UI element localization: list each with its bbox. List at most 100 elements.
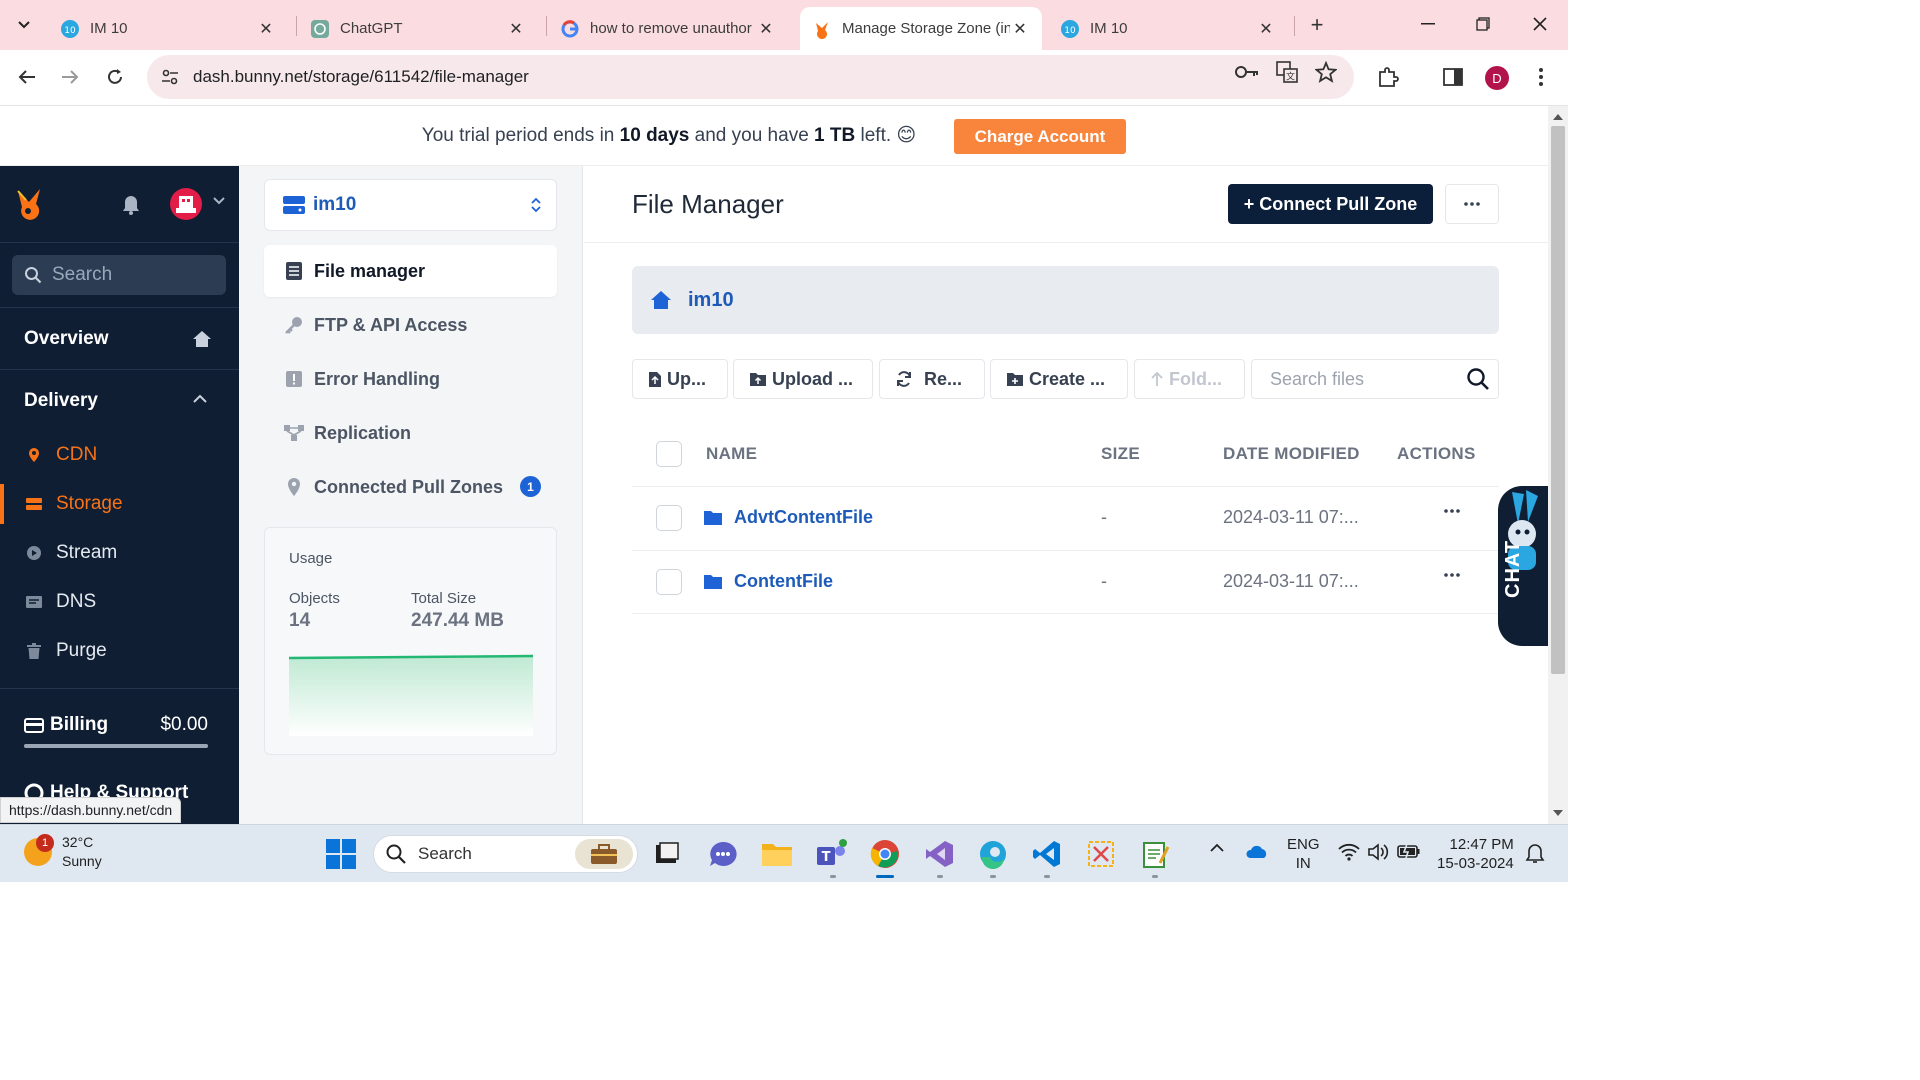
- charge-account-button[interactable]: Charge Account: [954, 119, 1126, 154]
- close-window-button[interactable]: [1520, 8, 1560, 40]
- divider: [0, 369, 239, 370]
- column-date-modified[interactable]: DATE MODIFIED: [1223, 444, 1360, 464]
- folder-link[interactable]: AdvtContentFile: [704, 507, 873, 528]
- extensions-icon[interactable]: [1373, 62, 1403, 92]
- tab-title: IM 10: [90, 20, 128, 37]
- reload-button[interactable]: [98, 60, 132, 94]
- sidebar-search-input[interactable]: Search: [12, 255, 226, 295]
- back-button[interactable]: [10, 60, 44, 94]
- browser-menu-icon[interactable]: [1526, 62, 1556, 92]
- teams-icon[interactable]: T: [814, 837, 848, 871]
- sidebar-item-dns[interactable]: DNS: [0, 582, 239, 622]
- sidebar-item-stream[interactable]: Stream: [0, 533, 239, 573]
- close-icon[interactable]: ✕: [1256, 19, 1276, 39]
- upload-folder-button[interactable]: Upload ...: [733, 359, 873, 399]
- refresh-button[interactable]: Re...: [879, 359, 985, 399]
- nav-file-manager[interactable]: File manager: [264, 245, 557, 297]
- browser-tab[interactable]: 10 IM 10 ✕: [48, 7, 288, 50]
- chat-widget[interactable]: CHAT: [1498, 486, 1548, 646]
- column-size[interactable]: SIZE: [1101, 444, 1140, 464]
- scroll-down-arrow[interactable]: [1553, 810, 1563, 816]
- nav-ftp-api[interactable]: FTP & API Access: [264, 299, 557, 351]
- snipping-tool-icon[interactable]: [1084, 837, 1118, 871]
- password-key-icon[interactable]: [1232, 57, 1262, 87]
- vscode-icon[interactable]: [1030, 837, 1064, 871]
- row-actions-button[interactable]: [1444, 573, 1460, 577]
- wifi-icon[interactable]: [1338, 843, 1360, 861]
- bookmark-star-icon[interactable]: [1311, 57, 1341, 87]
- zone-selector[interactable]: im10: [264, 179, 557, 231]
- taskbar-search[interactable]: Search: [373, 835, 638, 873]
- user-avatar[interactable]: [170, 188, 202, 220]
- profile-avatar[interactable]: D: [1485, 66, 1509, 90]
- connect-pull-zone-button[interactable]: + Connect Pull Zone: [1228, 184, 1433, 224]
- scroll-up-arrow[interactable]: [1553, 114, 1563, 120]
- folder-up-button[interactable]: Fold...: [1134, 359, 1245, 399]
- windows-start-icon[interactable]: [326, 839, 356, 869]
- address-bar[interactable]: dash.bunny.net/storage/611542/file-manag…: [147, 55, 1354, 99]
- weather-widget[interactable]: 1 32°C Sunny: [24, 833, 102, 871]
- restore-button[interactable]: [1463, 8, 1503, 40]
- chevron-up-icon[interactable]: [192, 394, 208, 404]
- more-options-button[interactable]: [1445, 184, 1499, 224]
- nav-error-handling[interactable]: Error Handling: [264, 353, 557, 405]
- svg-text:10: 10: [1064, 26, 1076, 36]
- system-clock[interactable]: 12:47 PM 15-03-2024: [1437, 835, 1514, 873]
- onedrive-icon[interactable]: [1245, 845, 1269, 859]
- chevron-up-icon[interactable]: [1209, 843, 1225, 853]
- file-explorer-icon[interactable]: [760, 837, 794, 871]
- chevron-down-icon[interactable]: [212, 196, 226, 206]
- folder-link[interactable]: ContentFile: [704, 571, 833, 592]
- sidebar-overview[interactable]: Overview: [24, 328, 109, 350]
- upload-button[interactable]: Up...: [632, 359, 728, 399]
- sidebar-item-storage[interactable]: Storage: [0, 484, 239, 524]
- chat-app-icon[interactable]: [706, 837, 740, 871]
- visual-studio-icon[interactable]: [922, 837, 956, 871]
- translate-icon[interactable]: 文: [1272, 57, 1302, 87]
- sidebar-item-cdn[interactable]: CDN: [0, 435, 239, 475]
- nav-replication[interactable]: Replication: [264, 407, 557, 459]
- sidebar-item-purge[interactable]: Purge: [0, 631, 239, 671]
- google-favicon-icon: [560, 19, 580, 39]
- select-all-checkbox[interactable]: [656, 441, 682, 467]
- breadcrumb-root[interactable]: im10: [688, 289, 734, 312]
- row-checkbox[interactable]: [656, 569, 682, 595]
- search-icon[interactable]: [1466, 367, 1490, 391]
- side-panel-icon[interactable]: [1438, 62, 1468, 92]
- volume-icon[interactable]: [1367, 843, 1389, 861]
- close-icon[interactable]: ✕: [256, 19, 276, 39]
- bell-icon[interactable]: [121, 194, 141, 216]
- site-info-icon[interactable]: [155, 62, 185, 92]
- browser-tab[interactable]: how to remove unauthor ✕: [548, 7, 788, 50]
- minimize-button[interactable]: [1408, 8, 1448, 40]
- create-folder-button[interactable]: Create ...: [990, 359, 1128, 399]
- page-scrollbar[interactable]: [1548, 106, 1568, 824]
- tab-search-button[interactable]: [8, 9, 40, 41]
- task-view-icon[interactable]: [650, 837, 684, 871]
- battery-icon[interactable]: [1397, 843, 1421, 859]
- column-name[interactable]: NAME: [706, 444, 757, 464]
- scroll-thumb[interactable]: [1551, 126, 1565, 674]
- notepad-icon[interactable]: [1138, 837, 1172, 871]
- table-row[interactable]: AdvtContentFile - 2024-03-11 07:...: [632, 486, 1499, 550]
- language-indicator[interactable]: ENG IN: [1287, 835, 1320, 873]
- browser-tab-active[interactable]: Manage Storage Zone (in ✕: [800, 7, 1042, 50]
- close-icon[interactable]: ✕: [756, 19, 776, 39]
- browser-tab[interactable]: 10 IM 10 ✕: [1048, 7, 1288, 50]
- table-row[interactable]: ContentFile - 2024-03-11 07:...: [632, 550, 1499, 614]
- bunny-logo-icon[interactable]: [14, 188, 48, 222]
- browser-tab[interactable]: ChatGPT ✕: [298, 7, 538, 50]
- chrome-icon[interactable]: [868, 837, 902, 871]
- close-icon[interactable]: ✕: [1010, 19, 1030, 39]
- row-checkbox[interactable]: [656, 505, 682, 531]
- new-tab-button[interactable]: +: [1302, 10, 1332, 40]
- nav-connected-pull-zones[interactable]: Connected Pull Zones 1: [264, 461, 557, 513]
- billing-row[interactable]: Billing $0.00: [24, 714, 208, 736]
- row-actions-button[interactable]: [1444, 509, 1460, 513]
- notification-bell-icon[interactable]: [1525, 843, 1545, 865]
- close-icon[interactable]: ✕: [506, 19, 526, 39]
- file-search-input[interactable]: Search files: [1251, 359, 1499, 399]
- edge-icon[interactable]: [976, 837, 1010, 871]
- forward-button[interactable]: [53, 60, 87, 94]
- sidebar-delivery[interactable]: Delivery: [24, 390, 98, 412]
